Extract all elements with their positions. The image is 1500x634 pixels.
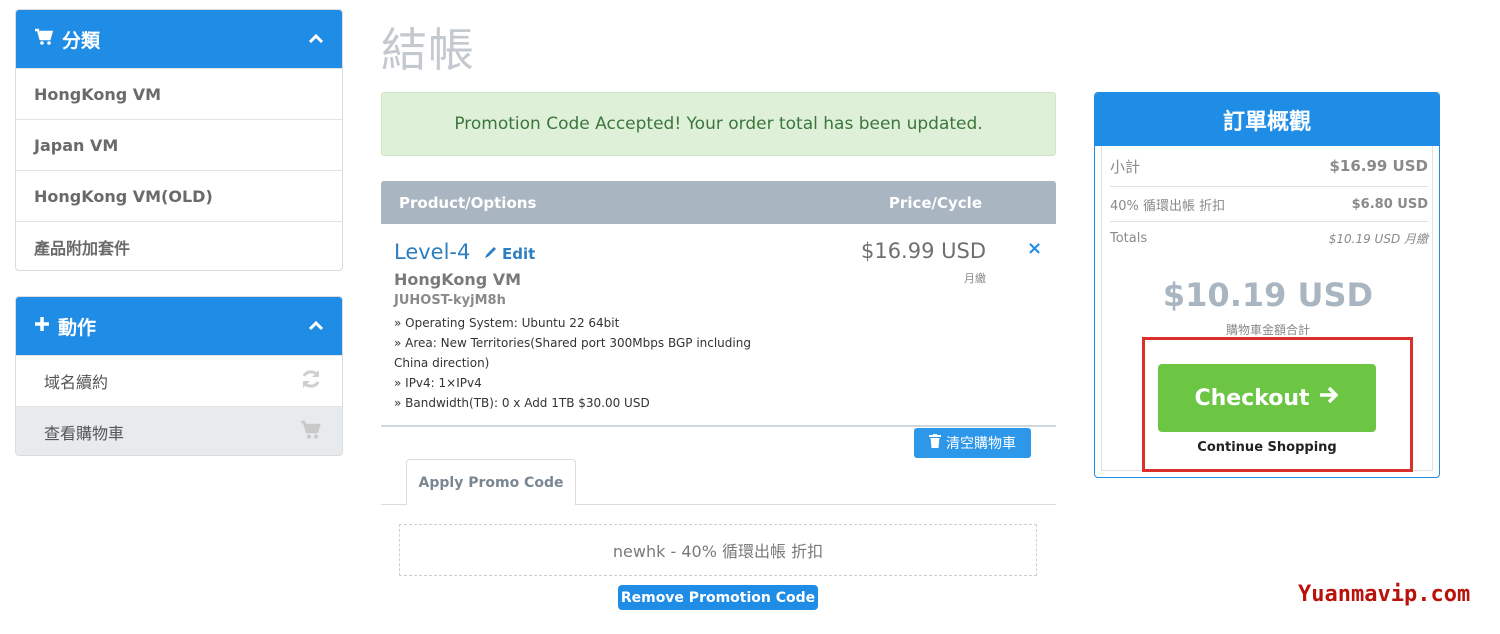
total-amount: $10.19 USD [1162, 276, 1374, 314]
product-name[interactable]: Level-4 [394, 240, 470, 264]
column-product-options: Product/Options [399, 193, 537, 212]
sidebar-item-domain-renewal[interactable]: 域名續約 [16, 355, 342, 406]
sidebar-item-addons[interactable]: 產品附加套件 [16, 221, 342, 270]
option-area: » Area: New Territories(Shared port 300M… [394, 336, 751, 370]
option-operating-system: » Operating System: Ubuntu 22 64bit [394, 316, 620, 330]
totals-row: Totals $10.19 USD 月繳 [1110, 226, 1428, 250]
categories-panel: 分類 HongKong VM Japan VM HongKong VM(OLD)… [15, 9, 343, 271]
page-title: 結帳 [381, 23, 475, 77]
chevron-up-icon[interactable] [308, 317, 324, 336]
subtotal-value: $16.99 USD [1329, 157, 1428, 175]
order-summary-title: 訂單概觀 [1095, 93, 1439, 146]
plus-icon [34, 316, 50, 336]
cart-divider [381, 425, 1056, 427]
option-bandwidth: » Bandwidth(TB): 0 x Add 1TB $30.00 USD [394, 396, 650, 410]
remove-item-button[interactable]: × [1027, 238, 1042, 259]
discount-label: 40% 循環出帳 折扣 [1110, 198, 1226, 214]
promo-success-alert: Promotion Code Accepted! Your order tota… [381, 92, 1056, 156]
tab-apply-promo-code[interactable]: Apply Promo Code [406, 459, 576, 505]
sidebar-item-hongkong-vm-old[interactable]: HongKong VM(OLD) [16, 170, 342, 221]
applied-promo-code: newhk - 40% 循環出帳 折扣 [399, 524, 1037, 576]
chevron-up-icon[interactable] [308, 30, 324, 49]
total-caption: 購物車金額合計 [1225, 323, 1310, 337]
sidebar-item-hongkong-vm[interactable]: HongKong VM [16, 68, 342, 119]
column-price-cycle: Price/Cycle [888, 193, 982, 212]
actions-title: 動作 [58, 316, 97, 339]
edit-product-link[interactable]: Edit [484, 245, 535, 263]
product-group: HongKong VM [394, 270, 522, 289]
remove-promotion-code-button[interactable]: Remove Promotion Code [618, 585, 818, 610]
discount-row: 40% 循環出帳 折扣 $6.80 USD [1110, 192, 1428, 216]
sidebar-item-view-cart[interactable]: 查看購物車 [16, 406, 342, 455]
cart-table-header: Product/Options Price/Cycle [381, 181, 1056, 224]
trash-icon [929, 434, 941, 452]
totals-label: Totals [1110, 230, 1148, 246]
item-billing-cycle: 月繳 [964, 272, 986, 285]
watermark: Yuanmavip.com [1298, 582, 1471, 607]
discount-value: $6.80 USD [1351, 196, 1428, 212]
subtotal-row: 小計 $16.99 USD [1110, 152, 1428, 180]
alert-text: Promotion Code Accepted! Your order tota… [454, 114, 983, 134]
cart-icon [34, 28, 54, 50]
totals-value: $10.19 USD 月繳 [1328, 231, 1428, 246]
refresh-icon [300, 368, 322, 394]
actions-header[interactable]: 動作 [16, 297, 342, 355]
cart-icon [300, 420, 322, 444]
sidebar-item-japan-vm[interactable]: Japan VM [16, 119, 342, 170]
categories-header[interactable]: 分類 [16, 10, 342, 68]
actions-panel: 動作 域名續約 查看購物車 [15, 296, 343, 456]
arrow-right-icon [1318, 385, 1340, 411]
empty-cart-button[interactable]: 清空購物車 [914, 428, 1031, 458]
continue-shopping-link[interactable]: Continue Shopping [1158, 440, 1376, 455]
pencil-icon [484, 245, 498, 263]
item-price: $16.99 USD [860, 239, 986, 263]
subtotal-label: 小計 [1110, 157, 1141, 176]
option-ipv4: » IPv4: 1×IPv4 [394, 376, 482, 390]
product-domain: JUHOST-kyjM8h [394, 293, 506, 308]
checkout-button[interactable]: Checkout [1158, 364, 1376, 432]
categories-title: 分類 [62, 29, 101, 52]
